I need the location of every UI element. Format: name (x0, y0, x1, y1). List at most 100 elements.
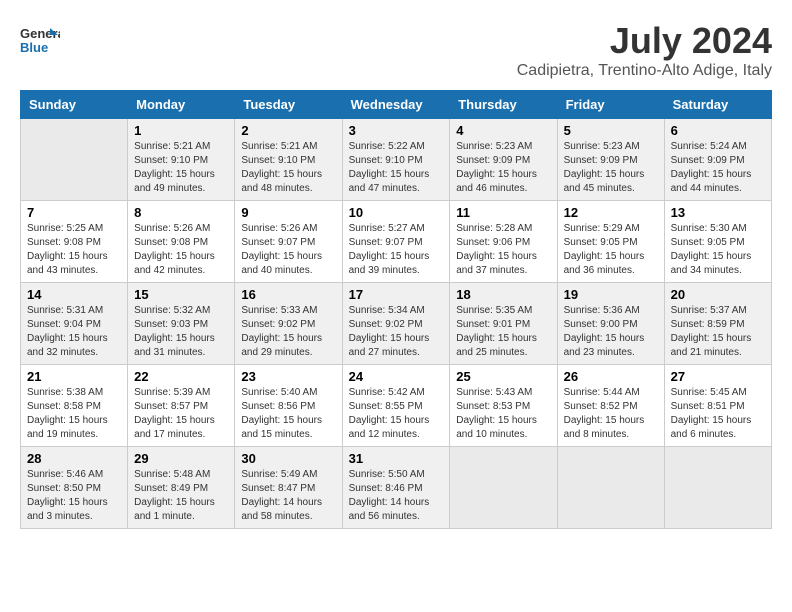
calendar-day-13: 13 Sunrise: 5:30 AM Sunset: 9:05 PM Dayli… (664, 201, 771, 283)
calendar-day-1: 1Sunrise: 5:21 AM Sunset: 9:10 PM Daylig… (128, 119, 235, 201)
day-detail: Sunrise: 5:50 AM Sunset: 8:46 PM Dayligh… (349, 468, 444, 524)
day-detail: Sunrise: 5:25 AM Sunset: 9:08 PM Dayligh… (27, 222, 121, 278)
day-number: 17 (349, 287, 444, 302)
calendar-day-empty (557, 447, 664, 529)
day-number: 5 (564, 123, 658, 138)
title-block: July 2024 Cadipietra, Trentino-Alto Adig… (517, 20, 772, 80)
calendar-day-19: 19 Sunrise: 5:36 AM Sunset: 9:00 PM Dayli… (557, 283, 664, 365)
calendar-day-16: 16 Sunrise: 5:33 AM Sunset: 9:02 PM Dayli… (235, 283, 342, 365)
day-number: 11 (456, 205, 550, 220)
day-detail: Sunrise: 5:36 AM Sunset: 9:00 PM Dayligh… (564, 304, 658, 360)
day-number: 24 (349, 369, 444, 384)
calendar-day-9: 9Sunrise: 5:26 AM Sunset: 9:07 PM Daylig… (235, 201, 342, 283)
day-number: 19 (564, 287, 658, 302)
day-number: 13 (671, 205, 765, 220)
day-number: 10 (349, 205, 444, 220)
calendar-week-row: 14 Sunrise: 5:31 AM Sunset: 9:04 PM Dayli… (21, 283, 772, 365)
day-number: 26 (564, 369, 658, 384)
day-detail: Sunrise: 5:48 AM Sunset: 8:49 PM Dayligh… (134, 468, 228, 524)
day-detail: Sunrise: 5:49 AM Sunset: 8:47 PM Dayligh… (241, 468, 335, 524)
day-detail: Sunrise: 5:27 AM Sunset: 9:07 PM Dayligh… (349, 222, 444, 278)
calendar-day-7: 7 Sunrise: 5:25 AM Sunset: 9:08 PM Daylig… (21, 201, 128, 283)
day-number: 14 (27, 287, 121, 302)
weekday-header-thursday: Thursday (450, 91, 557, 119)
calendar-day-18: 18Sunrise: 5:35 AM Sunset: 9:01 PM Dayli… (450, 283, 557, 365)
calendar-day-26: 26 Sunrise: 5:44 AM Sunset: 8:52 PM Dayli… (557, 365, 664, 447)
calendar-day-11: 11 Sunrise: 5:28 AM Sunset: 9:06 PM Dayli… (450, 201, 557, 283)
day-detail: Sunrise: 5:43 AM Sunset: 8:53 PM Dayligh… (456, 386, 550, 442)
svg-text:Blue: Blue (20, 40, 48, 55)
day-detail: Sunrise: 5:30 AM Sunset: 9:05 PM Dayligh… (671, 222, 765, 278)
day-detail: Sunrise: 5:21 AM Sunset: 9:10 PM Dayligh… (241, 140, 335, 196)
day-detail: Sunrise: 5:38 AM Sunset: 8:58 PM Dayligh… (27, 386, 121, 442)
day-number: 21 (27, 369, 121, 384)
calendar-week-row: 1Sunrise: 5:21 AM Sunset: 9:10 PM Daylig… (21, 119, 772, 201)
calendar-day-4: 4 Sunrise: 5:23 AM Sunset: 9:09 PM Daylig… (450, 119, 557, 201)
calendar-day-20: 20Sunrise: 5:37 AM Sunset: 8:59 PM Dayli… (664, 283, 771, 365)
day-number: 3 (349, 123, 444, 138)
calendar-day-22: 22 Sunrise: 5:39 AM Sunset: 8:57 PM Dayli… (128, 365, 235, 447)
day-detail: Sunrise: 5:26 AM Sunset: 9:08 PM Dayligh… (134, 222, 228, 278)
calendar-day-5: 5Sunrise: 5:23 AM Sunset: 9:09 PM Daylig… (557, 119, 664, 201)
calendar-day-25: 25 Sunrise: 5:43 AM Sunset: 8:53 PM Dayli… (450, 365, 557, 447)
day-detail: Sunrise: 5:39 AM Sunset: 8:57 PM Dayligh… (134, 386, 228, 442)
day-number: 27 (671, 369, 765, 384)
day-number: 25 (456, 369, 550, 384)
calendar-week-row: 7 Sunrise: 5:25 AM Sunset: 9:08 PM Daylig… (21, 201, 772, 283)
day-detail: Sunrise: 5:46 AM Sunset: 8:50 PM Dayligh… (27, 468, 121, 524)
day-number: 22 (134, 369, 228, 384)
weekday-header-tuesday: Tuesday (235, 91, 342, 119)
calendar-day-3: 3 Sunrise: 5:22 AM Sunset: 9:10 PM Daylig… (342, 119, 450, 201)
weekday-header-wednesday: Wednesday (342, 91, 450, 119)
calendar-day-8: 8 Sunrise: 5:26 AM Sunset: 9:08 PM Daylig… (128, 201, 235, 283)
calendar-day-30: 30 Sunrise: 5:49 AM Sunset: 8:47 PM Dayli… (235, 447, 342, 529)
day-detail: Sunrise: 5:22 AM Sunset: 9:10 PM Dayligh… (349, 140, 444, 196)
calendar-day-empty (664, 447, 771, 529)
day-number: 15 (134, 287, 228, 302)
day-number: 6 (671, 123, 765, 138)
calendar: SundayMondayTuesdayWednesdayThursdayFrid… (20, 90, 772, 529)
day-number: 8 (134, 205, 228, 220)
day-detail: Sunrise: 5:24 AM Sunset: 9:09 PM Dayligh… (671, 140, 765, 196)
day-detail: Sunrise: 5:28 AM Sunset: 9:06 PM Dayligh… (456, 222, 550, 278)
day-number: 7 (27, 205, 121, 220)
calendar-day-28: 28 Sunrise: 5:46 AM Sunset: 8:50 PM Dayli… (21, 447, 128, 529)
day-number: 28 (27, 451, 121, 466)
day-detail: Sunrise: 5:23 AM Sunset: 9:09 PM Dayligh… (456, 140, 550, 196)
day-detail: Sunrise: 5:31 AM Sunset: 9:04 PM Dayligh… (27, 304, 121, 360)
day-detail: Sunrise: 5:40 AM Sunset: 8:56 PM Dayligh… (241, 386, 335, 442)
day-detail: Sunrise: 5:26 AM Sunset: 9:07 PM Dayligh… (241, 222, 335, 278)
calendar-day-6: 6 Sunrise: 5:24 AM Sunset: 9:09 PM Daylig… (664, 119, 771, 201)
day-detail: Sunrise: 5:37 AM Sunset: 8:59 PM Dayligh… (671, 304, 765, 360)
calendar-day-21: 21 Sunrise: 5:38 AM Sunset: 8:58 PM Dayli… (21, 365, 128, 447)
day-number: 16 (241, 287, 335, 302)
day-detail: Sunrise: 5:44 AM Sunset: 8:52 PM Dayligh… (564, 386, 658, 442)
header: General Blue July 2024 Cadipietra, Trent… (20, 20, 772, 80)
calendar-day-empty (450, 447, 557, 529)
day-detail: Sunrise: 5:42 AM Sunset: 8:55 PM Dayligh… (349, 386, 444, 442)
calendar-day-23: 23 Sunrise: 5:40 AM Sunset: 8:56 PM Dayli… (235, 365, 342, 447)
calendar-day-10: 10 Sunrise: 5:27 AM Sunset: 9:07 PM Dayli… (342, 201, 450, 283)
day-number: 31 (349, 451, 444, 466)
day-detail: Sunrise: 5:33 AM Sunset: 9:02 PM Dayligh… (241, 304, 335, 360)
weekday-header-saturday: Saturday (664, 91, 771, 119)
calendar-day-15: 15Sunrise: 5:32 AM Sunset: 9:03 PM Dayli… (128, 283, 235, 365)
weekday-header-row: SundayMondayTuesdayWednesdayThursdayFrid… (21, 91, 772, 119)
day-detail: Sunrise: 5:29 AM Sunset: 9:05 PM Dayligh… (564, 222, 658, 278)
day-number: 18 (456, 287, 550, 302)
day-detail: Sunrise: 5:45 AM Sunset: 8:51 PM Dayligh… (671, 386, 765, 442)
calendar-day-27: 27 Sunrise: 5:45 AM Sunset: 8:51 PM Dayli… (664, 365, 771, 447)
month-year: July 2024 (517, 20, 772, 62)
logo-icon: General Blue (20, 20, 60, 60)
location: Cadipietra, Trentino-Alto Adige, Italy (517, 62, 772, 80)
weekday-header-friday: Friday (557, 91, 664, 119)
day-number: 23 (241, 369, 335, 384)
day-detail: Sunrise: 5:34 AM Sunset: 9:02 PM Dayligh… (349, 304, 444, 360)
day-number: 2 (241, 123, 335, 138)
calendar-day-12: 12Sunrise: 5:29 AM Sunset: 9:05 PM Dayli… (557, 201, 664, 283)
day-detail: Sunrise: 5:21 AM Sunset: 9:10 PM Dayligh… (134, 140, 228, 196)
day-number: 29 (134, 451, 228, 466)
day-number: 4 (456, 123, 550, 138)
day-number: 30 (241, 451, 335, 466)
logo: General Blue (20, 20, 64, 60)
